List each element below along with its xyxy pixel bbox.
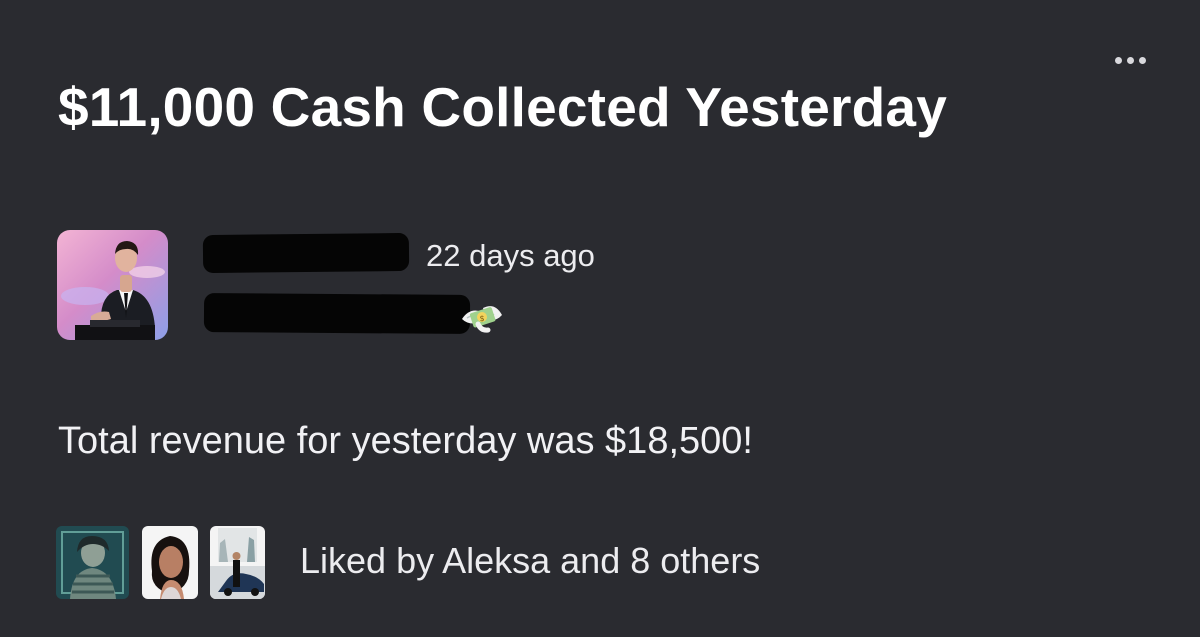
- post-title: $11,000 Cash Collected Yesterday: [58, 75, 947, 138]
- liker-avatar-image-3: [210, 526, 265, 599]
- liker-avatar-image-2: [142, 526, 198, 599]
- post-timestamp: 22 days ago: [426, 238, 595, 273]
- author-avatar[interactable]: [57, 230, 168, 340]
- liker-avatar-2[interactable]: [142, 526, 198, 599]
- post-card: $11,000 Cash Collected Yesterday 22 days…: [0, 0, 1200, 637]
- liker-avatar-image-1: [56, 526, 129, 599]
- liker-avatar-3[interactable]: [210, 526, 265, 599]
- more-dot-2: [1126, 56, 1134, 64]
- svg-text:$: $: [479, 314, 484, 323]
- liker-avatar-1[interactable]: [56, 526, 129, 599]
- author-subtitle-redaction: [203, 293, 471, 334]
- author-avatar-image: [57, 230, 168, 340]
- more-dot-3: [1138, 56, 1146, 64]
- more-options-button[interactable]: [1106, 48, 1154, 72]
- more-dot-1: [1114, 56, 1122, 64]
- money-with-wings-icon: $: [462, 306, 502, 333]
- author-name-redaction: [202, 232, 410, 274]
- post-body: Total revenue for yesterday was $18,500!: [58, 420, 753, 462]
- likes-summary[interactable]: Liked by Aleksa and 8 others: [300, 539, 760, 583]
